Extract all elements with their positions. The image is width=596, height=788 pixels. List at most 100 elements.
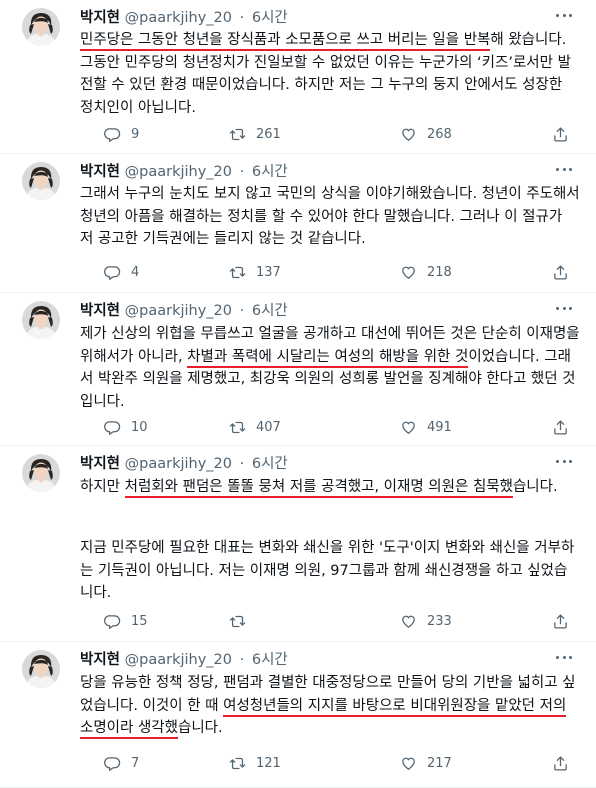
retweet-icon <box>229 419 256 436</box>
author-handle[interactable]: @paarkjihy_20 <box>125 164 232 180</box>
tweet-actions: 7 121 217 <box>80 755 567 775</box>
share-icon[interactable] <box>552 126 569 147</box>
author-handle[interactable]: @paarkjihy_20 <box>125 456 232 472</box>
reply-button[interactable]: 7 <box>104 755 139 772</box>
text-plain: 습니다. <box>512 479 558 495</box>
author-handle[interactable]: @paarkjihy_20 <box>125 652 232 668</box>
like-icon <box>400 264 427 281</box>
more-icon[interactable] <box>554 305 574 313</box>
avatar[interactable] <box>22 301 60 339</box>
timeline: 박지현 @paarkjihy_20 · 6시간 민주당은 그동안 청년을 장식품… <box>0 0 596 788</box>
tweet[interactable]: 박지현 @paarkjihy_20 · 6시간 그래서 누구의 눈치도 보지 않… <box>0 154 596 293</box>
avatar[interactable] <box>22 162 60 200</box>
reply-icon <box>104 613 131 630</box>
reply-icon <box>104 264 131 281</box>
highlighted-text: 민주당은 그동안 청년을 장식품과 소모품으로 쓰고 버리는 일을 반복 <box>80 32 491 51</box>
text-plain: 습니다. <box>178 720 223 736</box>
like-button[interactable]: 268 <box>400 126 452 143</box>
more-icon[interactable] <box>554 654 574 662</box>
more-icon[interactable] <box>554 12 574 20</box>
highlighted-text: 차별과 폭력에 시달리는 여성의 해방을 위한 것 <box>187 348 469 368</box>
tweet-paragraph: 그래서 누구의 눈치도 보지 않고 국민의 상식을 이야기해왔습니다. 청년이 … <box>80 183 580 251</box>
tweet-header: 박지현 @paarkjihy_20 · 6시간 <box>80 648 288 669</box>
share-icon[interactable] <box>552 419 569 440</box>
like-button[interactable]: 491 <box>400 419 452 436</box>
tweet[interactable]: 박지현 @paarkjihy_20 · 6시간 하지만 처럼회와 팬덤은 똘똘 … <box>0 446 596 642</box>
retweet-count: 261 <box>256 127 281 142</box>
tweet-actions: 9 261 268 <box>80 126 567 146</box>
reply-button[interactable]: 15 <box>104 613 148 630</box>
share-icon[interactable] <box>552 613 569 634</box>
like-count: 491 <box>427 420 452 435</box>
tweet-text: 당을 유능한 정책 정당, 팬덤과 결별한 대중정당으로 만들어 당의 기반을 … <box>80 672 580 740</box>
like-icon <box>400 419 427 436</box>
author-name[interactable]: 박지현 <box>80 303 120 319</box>
avatar[interactable] <box>22 8 60 46</box>
like-button[interactable]: 218 <box>400 264 452 281</box>
tweet-actions: 10 407 491 <box>80 419 567 439</box>
retweet-icon <box>229 264 256 281</box>
tweet-text-second: 지금 민주당에 필요한 대표는 변화와 쇄신을 위한 '도구'이지 변화와 쇄신… <box>80 537 580 605</box>
reply-count: 10 <box>131 420 148 435</box>
more-icon[interactable] <box>554 166 574 174</box>
separator-dot: · <box>239 303 245 319</box>
retweet-button[interactable]: 407 <box>229 419 281 436</box>
retweet-count: 121 <box>256 756 281 771</box>
reply-count: 7 <box>131 756 140 771</box>
author-name[interactable]: 박지현 <box>80 456 120 472</box>
retweet-icon <box>229 126 256 143</box>
timestamp[interactable]: 6시간 <box>252 164 288 180</box>
tweet[interactable]: 박지현 @paarkjihy_20 · 6시간 민주당은 그동안 청년을 장식품… <box>0 0 596 154</box>
timestamp[interactable]: 6시간 <box>252 10 288 26</box>
separator-dot: · <box>239 164 245 180</box>
retweet-button[interactable]: 261 <box>229 126 281 143</box>
reply-button[interactable]: 9 <box>104 126 139 143</box>
share-icon[interactable] <box>552 755 569 776</box>
retweet-icon <box>229 613 256 630</box>
reply-icon <box>104 419 131 436</box>
author-name[interactable]: 박지현 <box>80 10 120 26</box>
reply-count: 15 <box>131 614 148 629</box>
timestamp[interactable]: 6시간 <box>252 652 288 668</box>
tweet-actions: 4 137 218 <box>80 264 567 284</box>
like-button[interactable]: 217 <box>400 755 452 772</box>
tweet[interactable]: 박지현 @paarkjihy_20 · 6시간 제가 신상의 위협을 무릅쓰고 … <box>0 293 596 446</box>
tweet-header: 박지현 @paarkjihy_20 · 6시간 <box>80 299 288 320</box>
like-icon <box>400 126 427 143</box>
reply-button[interactable]: 10 <box>104 419 148 436</box>
author-name[interactable]: 박지현 <box>80 652 120 668</box>
like-count: 268 <box>427 127 452 142</box>
tweet-header: 박지현 @paarkjihy_20 · 6시간 <box>80 160 288 181</box>
tweet-paragraph: 제가 신상의 위협을 무릅쓰고 얼굴을 공개하고 대선에 뛰어든 것은 단순히 … <box>80 323 580 413</box>
reply-count: 9 <box>131 127 140 142</box>
avatar[interactable] <box>22 650 60 688</box>
share-icon[interactable] <box>552 264 569 285</box>
author-name[interactable]: 박지현 <box>80 164 120 180</box>
retweet-button[interactable] <box>229 613 256 630</box>
retweet-button[interactable]: 137 <box>229 264 281 281</box>
timestamp[interactable]: 6시간 <box>252 303 288 319</box>
separator-dot: · <box>239 10 245 26</box>
text-plain: 하지만 <box>80 479 125 495</box>
reply-icon <box>104 755 131 772</box>
timestamp[interactable]: 6시간 <box>252 456 288 472</box>
retweet-count: 407 <box>256 420 281 435</box>
tweet-header: 박지현 @paarkjihy_20 · 6시간 <box>80 6 288 27</box>
more-icon[interactable] <box>554 458 574 466</box>
tweet-paragraph: 하지만 처럼회와 팬덤은 똘똘 뭉쳐 저를 공격했고, 이재명 의원은 침묵했습… <box>80 476 580 499</box>
tweet[interactable]: 박지현 @paarkjihy_20 · 6시간 당을 유능한 정책 정당, 팬덤… <box>0 642 596 788</box>
like-button[interactable]: 233 <box>400 613 452 630</box>
author-handle[interactable]: @paarkjihy_20 <box>125 10 232 26</box>
avatar[interactable] <box>22 454 60 492</box>
tweet-paragraph: 지금 민주당에 필요한 대표는 변화와 쇄신을 위한 '도구'이지 변화와 쇄신… <box>80 540 575 601</box>
text-plain: 그래서 누구의 눈치도 보지 않고 국민의 상식을 이야기해왔습니다. 청년이 … <box>80 186 580 247</box>
tweet-text: 민주당은 그동안 청년을 장식품과 소모품으로 쓰고 버리는 일을 반복해 왔습… <box>80 29 580 119</box>
like-icon <box>400 613 427 630</box>
retweet-count: 137 <box>256 265 281 280</box>
like-count: 217 <box>427 756 452 771</box>
reply-button[interactable]: 4 <box>104 264 139 281</box>
retweet-button[interactable]: 121 <box>229 755 281 772</box>
author-handle[interactable]: @paarkjihy_20 <box>125 303 232 319</box>
tweet-actions: 15 233 <box>80 613 567 633</box>
tweet-text: 그래서 누구의 눈치도 보지 않고 국민의 상식을 이야기해왔습니다. 청년이 … <box>80 183 580 251</box>
